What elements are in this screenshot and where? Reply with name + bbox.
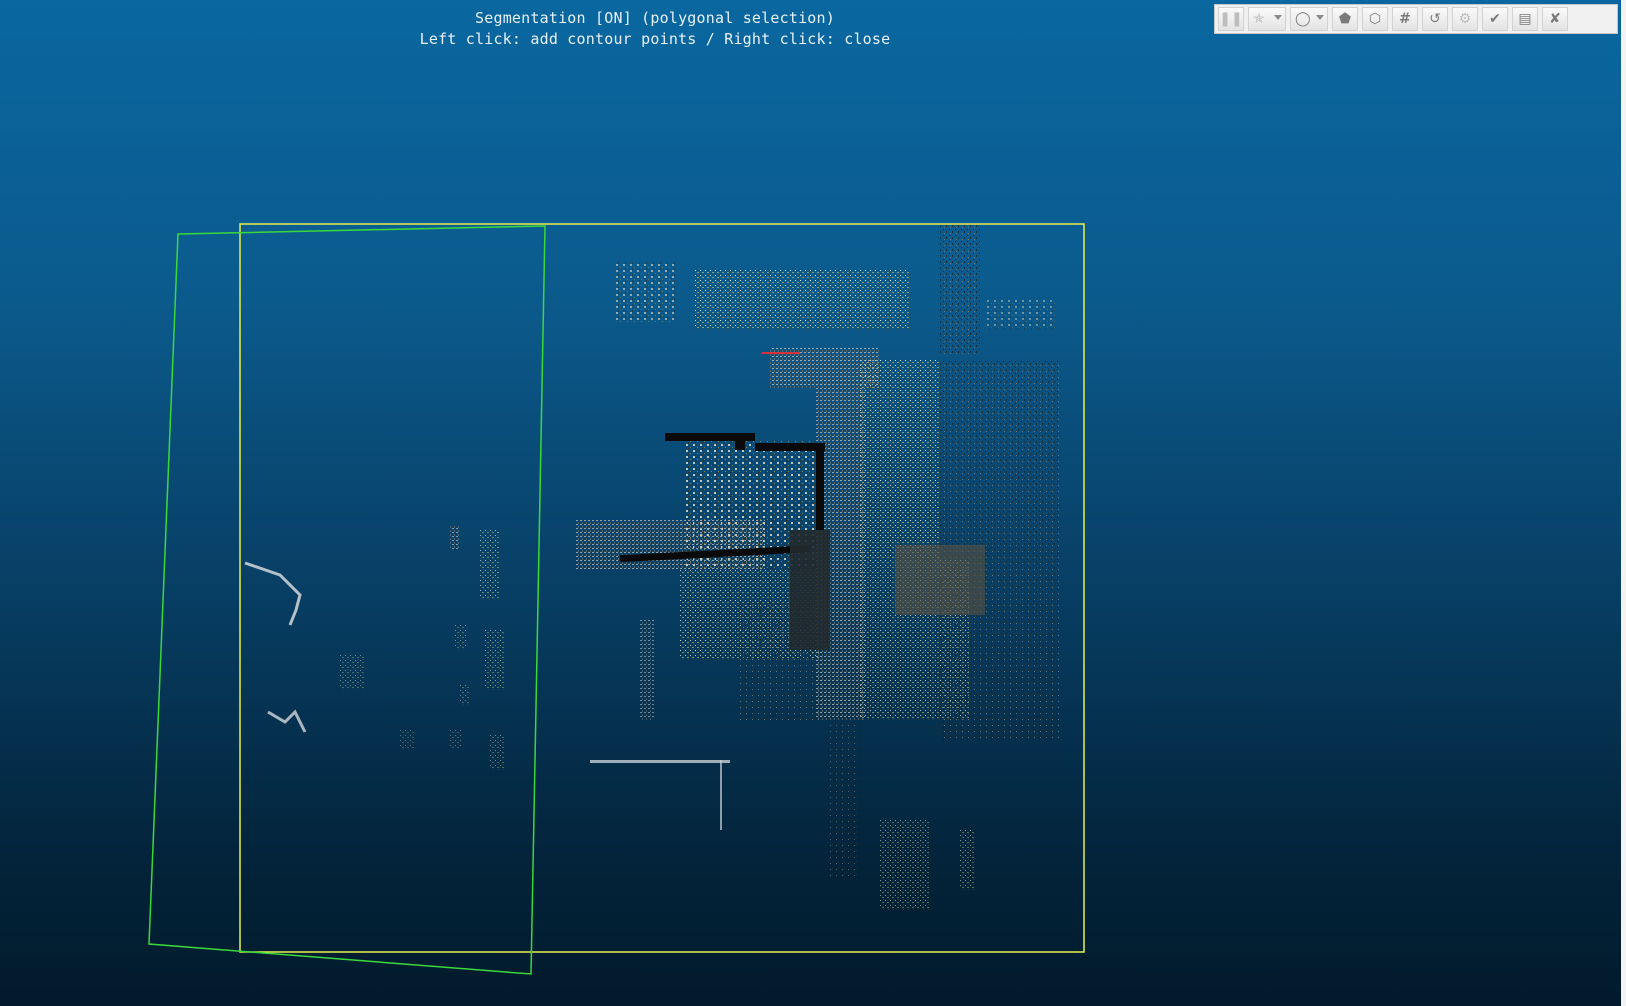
segmentation-toolbar: ❚❚ ✯ ◯ ⬟ ⬡ # ↺ ⚙ ✔ ▤ ✘ [1214,4,1618,34]
segment-in-button[interactable]: ⬟ [1332,7,1358,31]
cloud-cluster [960,830,974,890]
options-button[interactable]: ⚙ [1452,7,1478,31]
circle-select-icon: ◯ [1295,11,1311,27]
cloud-cluster [860,360,940,560]
cloud-cluster [720,760,722,830]
reset-button[interactable]: ↺ [1422,7,1448,31]
pentagon-in-icon: ⬟ [1338,11,1352,27]
chevron-down-icon [1316,15,1324,20]
cloud-cluster [575,520,765,570]
cloud-cluster [880,820,930,910]
cloud-cluster [485,630,505,690]
cloud-cluster [735,434,745,450]
cloud-cluster [450,730,462,748]
pause-icon: ❚❚ [1219,11,1243,27]
export-hash-button[interactable]: # [1392,7,1418,31]
confirm-button[interactable]: ✔ [1482,7,1508,31]
cloud-cluster [755,443,825,451]
cloud-cluster [830,720,860,880]
reset-icon: ↺ [1429,11,1441,27]
star-select-icon: ✯ [1253,11,1265,27]
cloud-cluster [490,735,504,770]
cloud-cluster [244,561,302,626]
cloud-cluster [640,620,654,720]
cloud-cluster [480,530,500,600]
cloud-cluster [790,530,830,650]
window-edge [1621,0,1626,1006]
gear-icon: ⚙ [1458,11,1472,27]
polygon-mode-button[interactable]: ◯ [1290,7,1328,31]
cloud-cluster [400,730,414,750]
cloud-cluster [460,685,470,705]
cloud-cluster [455,625,467,650]
segment-out-button[interactable]: ⬡ [1362,7,1388,31]
hash-icon: # [1399,11,1411,27]
cloud-cluster [816,450,824,530]
point-cloud [244,225,1060,910]
hint-line-2: Left click: add contour points / Right c… [419,30,891,48]
trash-icon: ▤ [1518,11,1532,27]
cloud-cluster [450,525,460,550]
pentagon-out-icon: ⬡ [1368,11,1382,27]
cloud-cluster [590,760,730,763]
segmentation-hint: Segmentation [ON] (polygonal selection) … [0,8,1310,50]
hint-line-1: Segmentation [ON] (polygonal selection) [475,9,835,27]
cloud-cluster [267,709,307,733]
cloud-cluster [895,545,985,615]
cloud-cluster [940,225,980,355]
cloud-cluster [340,655,365,690]
chevron-down-icon [1274,15,1282,20]
pause-button[interactable]: ❚❚ [1218,7,1244,31]
cloud-cluster [985,300,1055,330]
selection-mode-button[interactable]: ✯ [1248,7,1286,31]
check-icon: ✔ [1489,11,1501,27]
3d-viewport[interactable]: Segmentation [ON] (polygonal selection) … [0,0,1626,1006]
close-icon: ✘ [1549,11,1561,27]
confirm-delete-button[interactable]: ▤ [1512,7,1538,31]
cloud-cluster [615,262,675,322]
cancel-button[interactable]: ✘ [1542,7,1568,31]
cloud-cluster [762,352,800,354]
cloud-cluster [695,270,910,330]
point-cloud-canvas[interactable] [0,0,1626,1006]
